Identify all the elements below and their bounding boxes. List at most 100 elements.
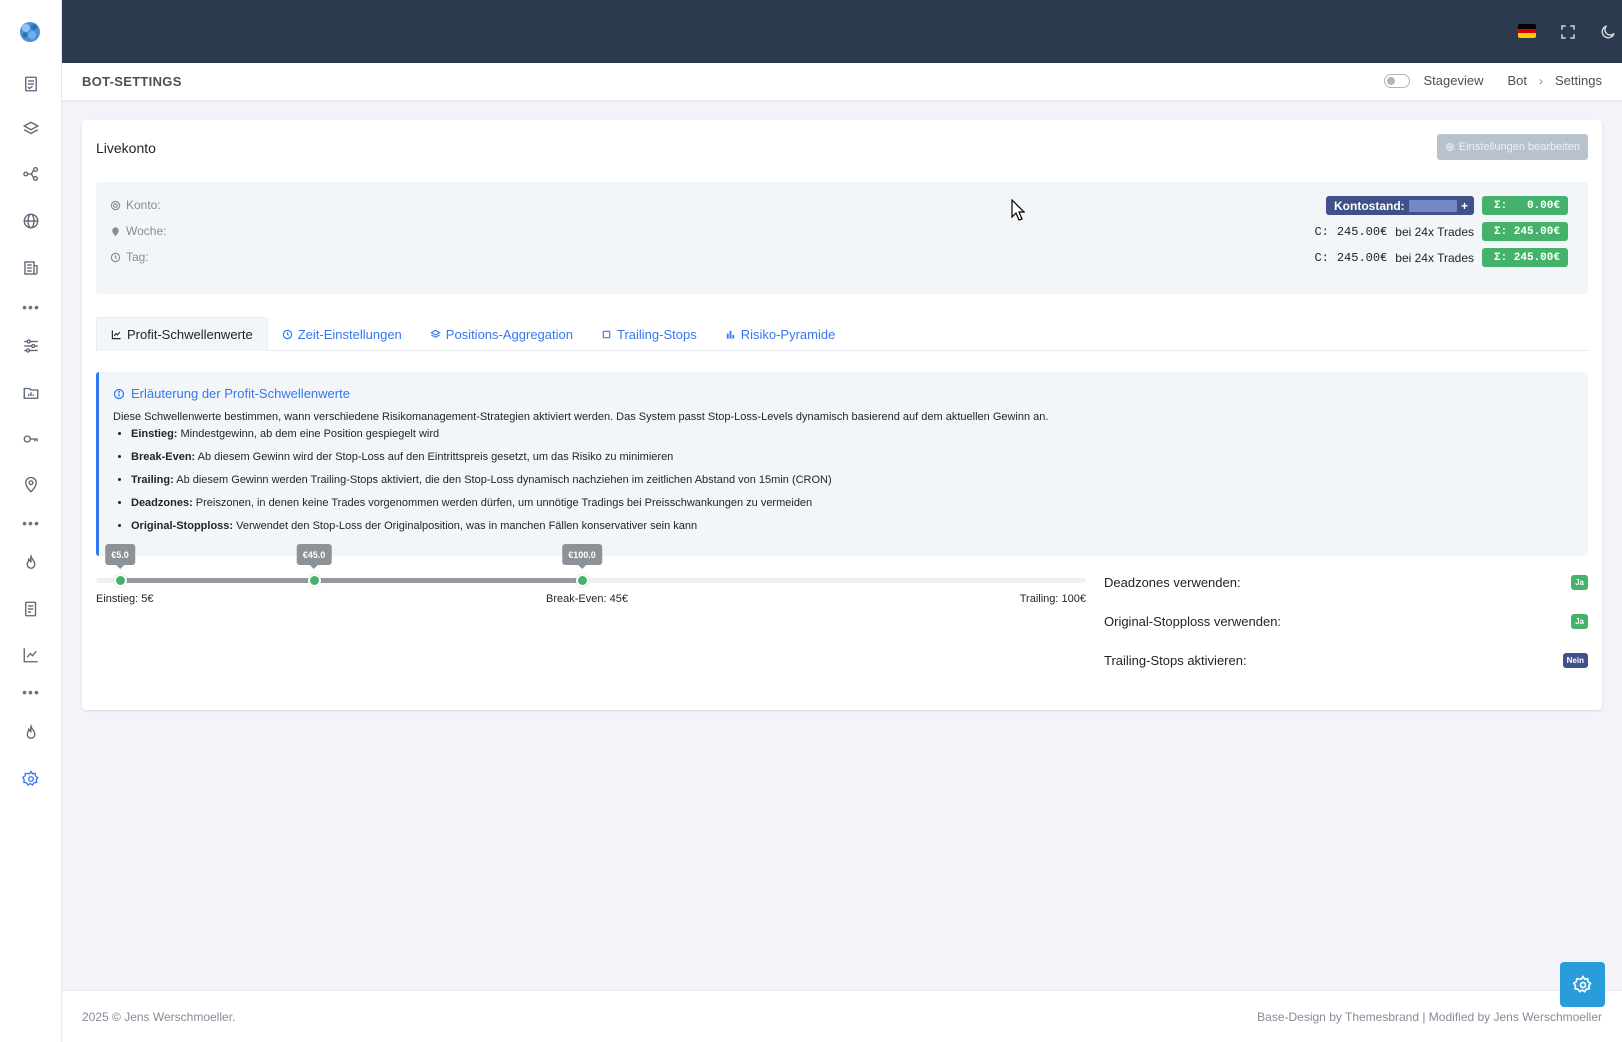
slider-handle-break-even[interactable] [308, 574, 321, 587]
edit-settings-label: Einstellungen bearbeiten [1458, 141, 1580, 153]
info-description: Diese Schwellenwerte bestimmen, wann ver… [113, 411, 1049, 423]
share-nodes-icon[interactable] [19, 162, 43, 186]
konto-label: Konto: [126, 198, 161, 212]
page-title-bar: BOT-SETTINGS Stageview Bot › Settings [62, 63, 1622, 101]
tab-trailing-stops[interactable]: Trailing-Stops [587, 317, 711, 351]
sigma-label: Σ: [1494, 225, 1508, 238]
profit-threshold-slider[interactable]: €5.0 €45.0 €100.0 Einstieg: 5€ Break-Eve… [96, 544, 1086, 614]
gear-icon [1446, 143, 1454, 151]
settings-tabs: Profit-Schwellenwerte Zeit-Einstellungen… [96, 317, 1588, 351]
konto-row-label: Konto: [110, 196, 161, 214]
tag-label: Tag: [126, 250, 149, 264]
trailing-label: Trailing: 100€ [1019, 593, 1086, 605]
card-title: Livekonto [96, 140, 156, 156]
clock-icon [282, 329, 292, 339]
mouse-cursor-icon [1011, 199, 1025, 221]
stageview-label: Stageview [1423, 73, 1484, 88]
info-list: Einstieg: Mindestgewinn, ab dem eine Pos… [113, 425, 1574, 540]
woche-values: C: 245.00€ bei 24x Trades Σ: 245.00€ [1314, 222, 1568, 241]
info-circle-icon [113, 388, 125, 399]
tab-positions-aggregation[interactable]: Positions-Aggregation [416, 317, 587, 351]
footer-copyright: 2025 © Jens Werschmoeller. [82, 1010, 236, 1024]
option-label: Trailing-Stops aktivieren: [1104, 652, 1247, 668]
woche-c-value: 245.00€ [1336, 224, 1388, 239]
map-pin-icon [112, 226, 119, 236]
konto-total-badge: Σ: 0.00€ [1482, 196, 1568, 215]
slider-tooltip-trailing: €100.0 [562, 544, 602, 569]
sidebar: ••• ••• ••• [0, 0, 62, 1042]
list-item: Einstieg: Mindestgewinn, ab dem eine Pos… [131, 425, 1574, 448]
list-item: Break-Even: Ab diesem Gewinn wird der St… [131, 448, 1574, 471]
tag-total-badge: Σ: 245.00€ [1482, 248, 1568, 267]
konto-values: Kontostand: + Σ: 0.00€ [1326, 196, 1568, 215]
tag-total-value: 245.00€ [1513, 251, 1560, 264]
footer-credits: Base-Design by Themesbrand | Modified by… [1257, 1010, 1602, 1024]
sigma-label: Σ: [1494, 251, 1508, 264]
line-chart-icon[interactable] [19, 643, 43, 667]
stageview-toggle[interactable] [1383, 73, 1410, 88]
woche-total-value: 245.00€ [1513, 225, 1560, 238]
status-badge: Ja [1571, 613, 1588, 629]
slider-tooltip-break-even: €45.0 [296, 544, 332, 569]
dark-mode-moon-icon[interactable] [1596, 20, 1620, 44]
tag-c-label: C: [1314, 250, 1329, 265]
info-title: Erläuterung der Profit-Schwellenwerte [113, 386, 1574, 401]
file-list-icon[interactable] [19, 597, 43, 621]
tab-profit-schwellenwerte[interactable]: Profit-Schwellenwerte [96, 317, 268, 351]
kontostand-label: Kontostand: [1334, 198, 1405, 213]
key-icon[interactable] [19, 427, 43, 451]
page-title: BOT-SETTINGS [82, 74, 182, 89]
slider-tooltip-einstieg: €5.0 [105, 544, 135, 569]
gear-icon [1572, 974, 1592, 993]
tab-risiko-pyramide[interactable]: Risiko-Pyramide [711, 317, 850, 351]
fullscreen-icon[interactable] [1556, 20, 1580, 44]
clock-icon [110, 252, 121, 262]
account-summary: Konto: Woche: Tag: Kontostand: + Σ: 0.00… [96, 182, 1588, 294]
fire-icon[interactable] [19, 551, 43, 575]
layers-icon [429, 329, 441, 338]
list-item: Original-Stopploss: Verwendet den Stop-L… [131, 517, 1574, 540]
list-item: Deadzones: Preiszonen, in denen keine Tr… [131, 494, 1574, 517]
footer: 2025 © Jens Werschmoeller. Base-Design b… [62, 990, 1622, 1042]
option-trailing-stops: Trailing-Stops aktivieren: Nein [1104, 650, 1588, 670]
woche-label: Woche: [126, 224, 167, 238]
breadcrumb-bot[interactable]: Bot [1508, 73, 1528, 88]
option-deadzones: Deadzones verwenden: Ja [1104, 572, 1588, 592]
tab-label: Risiko-Pyramide [740, 326, 836, 342]
sliders-icon[interactable] [19, 334, 43, 358]
slider-handle-trailing[interactable] [576, 574, 589, 587]
tab-label: Positions-Aggregation [445, 326, 573, 342]
dashboard-icon[interactable] [19, 72, 43, 96]
news-icon[interactable] [19, 256, 43, 280]
einstieg-label: Einstieg: 5€ [96, 593, 154, 605]
woche-trades: bei 24x Trades [1395, 224, 1474, 239]
settings-gear-icon[interactable] [19, 767, 43, 791]
tab-zeit-einstellungen[interactable]: Zeit-Einstellungen [268, 317, 416, 351]
kontostand-plus[interactable]: + [1461, 199, 1468, 213]
customizer-button[interactable] [1560, 962, 1605, 1007]
breadcrumb: Stageview Bot › Settings [1383, 73, 1602, 88]
edit-settings-button[interactable]: Einstellungen bearbeiten [1436, 134, 1588, 160]
layers-icon[interactable] [19, 117, 43, 141]
tag-row-label: Tag: [110, 248, 149, 266]
map-pin-icon[interactable] [19, 473, 43, 497]
globe-icon[interactable] [19, 209, 43, 233]
slider-handle-einstieg[interactable] [114, 574, 127, 587]
folder-chart-icon[interactable] [19, 381, 43, 405]
fire-icon[interactable] [19, 721, 43, 745]
option-original-stopploss: Original-Stopploss verwenden: Ja [1104, 611, 1588, 631]
tab-label: Trailing-Stops [616, 326, 697, 342]
more-dots-icon: ••• [22, 515, 40, 531]
app-logo-icon[interactable] [17, 18, 43, 44]
more-dots-icon: ••• [22, 299, 40, 315]
sigma-label: Σ: [1494, 199, 1508, 212]
chevron-right-icon: › [1539, 73, 1544, 88]
tag-values: C: 245.00€ bei 24x Trades Σ: 245.00€ [1314, 248, 1568, 267]
profit-info-box: Erläuterung der Profit-Schwellenwerte Di… [96, 372, 1588, 556]
tab-label: Profit-Schwellenwerte [127, 327, 253, 342]
bar-chart-icon [726, 330, 734, 339]
line-chart-icon [111, 330, 121, 340]
woche-c-label: C: [1314, 224, 1329, 239]
break-even-label: Break-Even: 45€ [546, 593, 628, 605]
german-flag-icon[interactable] [1518, 24, 1536, 38]
